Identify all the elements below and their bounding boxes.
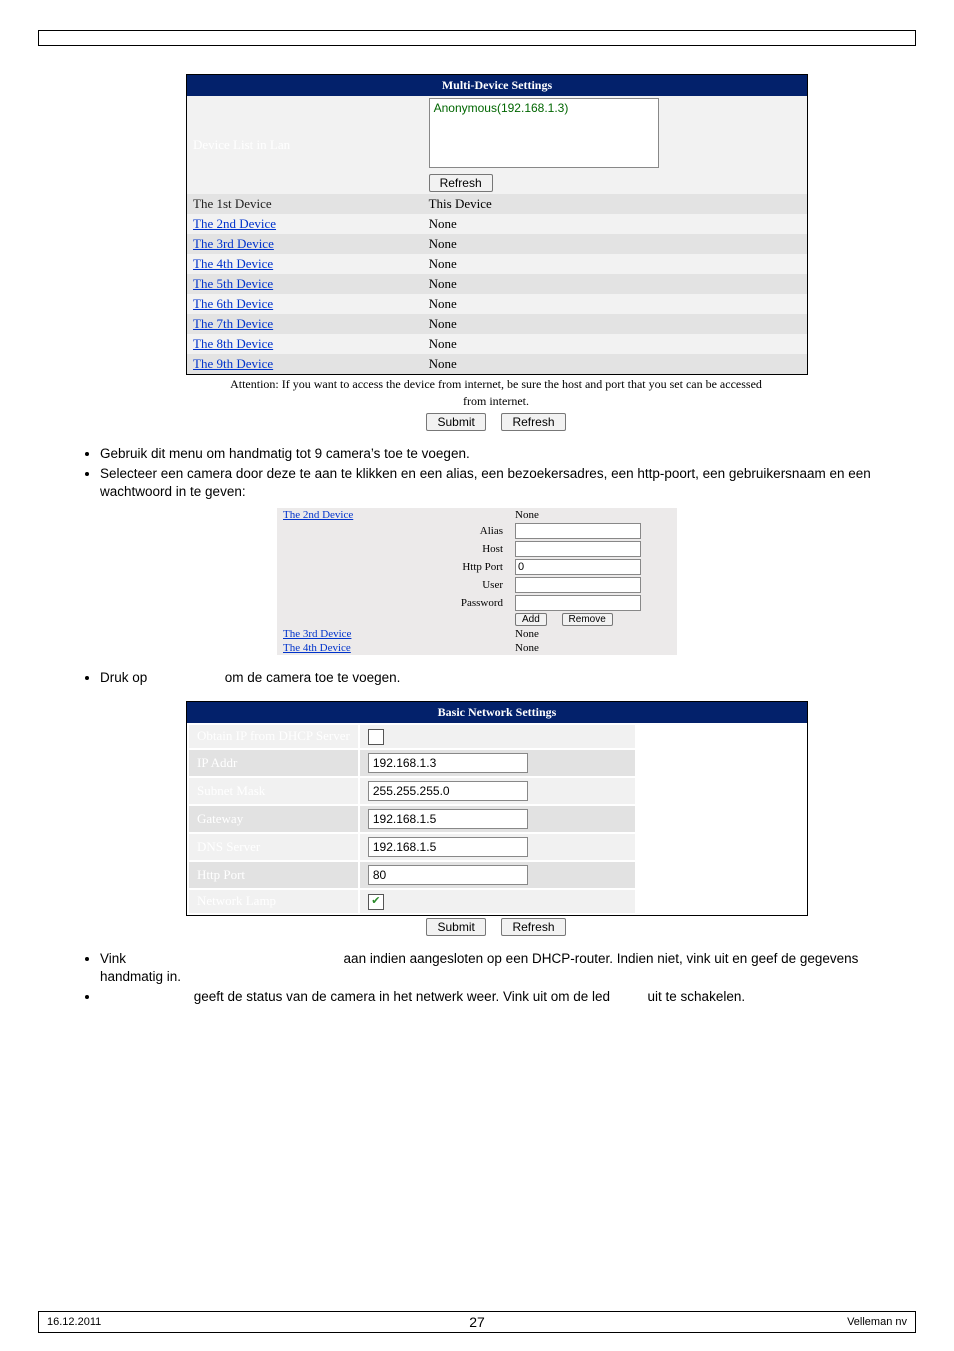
multi-device-buttons: Submit Refresh [186,413,806,431]
lamp-suffix: uit te schakelen. [648,989,746,1004]
device-list-label: Device List in Lan [187,96,423,194]
password-input[interactable] [515,595,641,611]
password-label: Password [277,594,509,612]
footer-date: 16.12.2011 [39,1312,328,1333]
network-submit-button[interactable]: Submit [426,918,485,936]
druk-op-bullet: Druk op om de camera toe te voegen. [100,669,916,687]
lamp-checkbox[interactable] [368,894,384,910]
device-6-link[interactable]: The 6th Device [193,296,273,311]
form-4th-device-value: None [509,641,677,655]
vink-bullet: Vink aan indien aangesloten op een DHCP-… [100,950,916,986]
device-2-link[interactable]: The 2nd Device [193,216,276,231]
remove-button[interactable]: Remove [562,613,613,626]
device-1-value: This Device [423,194,807,214]
alias-label: Alias [277,522,509,540]
refresh-button[interactable]: Refresh [429,174,493,192]
bullet-list-2: Druk op om de camera toe te voegen. [38,669,916,687]
httpport-input[interactable] [515,559,641,575]
multi-device-table: Device List in Lan Anonymous(192.168.1.3… [187,96,807,374]
dns-label: DNS Server [189,834,358,860]
refresh-button-2[interactable]: Refresh [501,413,565,431]
device-list-cell: Anonymous(192.168.1.3) Refresh [423,96,807,194]
footer-page: 27 [328,1312,626,1333]
user-label: User [277,576,509,594]
user-input[interactable] [515,577,641,593]
dns-input[interactable] [368,837,528,857]
host-label: Host [277,540,509,558]
device-3-link[interactable]: The 3rd Device [193,236,274,251]
subnet-input[interactable] [368,781,528,801]
dhcp-checkbox[interactable] [368,729,384,745]
add-button[interactable]: Add [515,613,547,626]
form-2nd-device-value: None [509,508,677,522]
form-3rd-device-link[interactable]: The 3rd Device [283,628,351,640]
device-2-value: None [423,214,807,234]
network-refresh-button[interactable]: Refresh [501,918,565,936]
form-3rd-device-value: None [509,627,677,641]
device-1-label: The 1st Device [193,196,272,211]
device-5-value: None [423,274,807,294]
ip-label: IP Addr [189,750,358,776]
subnet-label: Subnet Mask [189,778,358,804]
device-8-value: None [423,334,807,354]
device-7-link[interactable]: The 7th Device [193,316,273,331]
lamp-bullet: geeft de status van de camera in het net… [100,988,916,1006]
httpport-label: Http Port [277,558,509,576]
footer-brand: Velleman nv [626,1312,915,1333]
gateway-label: Gateway [189,806,358,832]
multi-device-header: Multi-Device Settings [187,75,807,96]
device-8-link[interactable]: The 8th Device [193,336,273,351]
bullet-list-3: Vink aan indien aangesloten op een DHCP-… [38,950,916,1007]
druk-suffix: om de camera toe te voegen. [225,670,401,685]
device-listbox[interactable]: Anonymous(192.168.1.3) [429,98,659,168]
submit-button[interactable]: Submit [426,413,485,431]
vink-suffix: aan indien aangesloten op een DHCP-route… [100,951,858,984]
network-panel: Basic Network Settings Obtain IP from DH… [186,701,808,916]
device-4-link[interactable]: The 4th Device [193,256,273,271]
attention-line2: from internet. [186,394,806,409]
network-buttons: Submit Refresh [186,918,806,936]
device-list-entry[interactable]: Anonymous(192.168.1.3) [434,101,569,115]
form-2nd-device-link[interactable]: The 2nd Device [283,509,353,521]
gateway-input[interactable] [368,809,528,829]
lamp-mid: geeft de status van de camera in het net… [194,989,614,1004]
ip-input[interactable] [368,753,528,773]
host-input[interactable] [515,541,641,557]
vink-prefix: Vink [100,951,130,966]
top-rule-box [38,30,916,46]
page-footer: 16.12.2011 27 Velleman nv [38,1311,916,1333]
device-5-link[interactable]: The 5th Device [193,276,273,291]
alias-input[interactable] [515,523,641,539]
bullet-list-1: Gebruik dit menu om handmatig tot 9 came… [38,445,916,502]
device-3-value: None [423,234,807,254]
device-form-panel: The 2nd DeviceNone Alias Host Http Port … [277,508,677,655]
device-6-value: None [423,294,807,314]
httpport2-label: Http Port [189,862,358,888]
device-4-value: None [423,254,807,274]
dhcp-label: Obtain IP from DHCP Server [189,725,358,748]
lamp-label: Network Lamp [189,890,358,913]
network-header: Basic Network Settings [187,702,807,723]
document-page: Multi-Device Settings Device List in Lan… [0,0,954,1351]
bullet-1: Gebruik dit menu om handmatig tot 9 came… [100,445,916,463]
httpport2-input[interactable] [368,865,528,885]
device-9-link[interactable]: The 9th Device [193,356,273,371]
bullet-2: Selecteer een camera door deze te aan te… [100,465,916,501]
device-9-value: None [423,354,807,374]
attention-line1: Attention: If you want to access the dev… [186,377,806,392]
form-4th-device-link[interactable]: The 4th Device [283,642,351,654]
device-7-value: None [423,314,807,334]
druk-prefix: Druk op [100,670,151,685]
multi-device-panel: Multi-Device Settings Device List in Lan… [186,74,808,375]
